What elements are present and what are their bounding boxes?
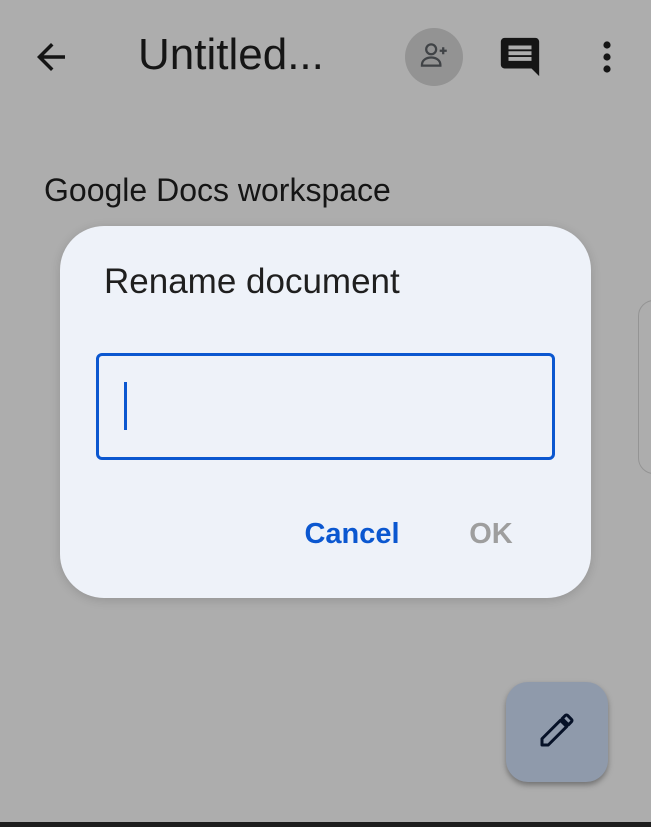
cancel-button[interactable]: Cancel — [300, 509, 404, 559]
rename-dialog: Rename document Cancel OK — [60, 226, 591, 598]
ok-button[interactable]: OK — [460, 509, 522, 559]
document-name-input[interactable] — [96, 353, 555, 460]
text-cursor — [124, 382, 127, 430]
dialog-title: Rename document — [104, 262, 400, 301]
